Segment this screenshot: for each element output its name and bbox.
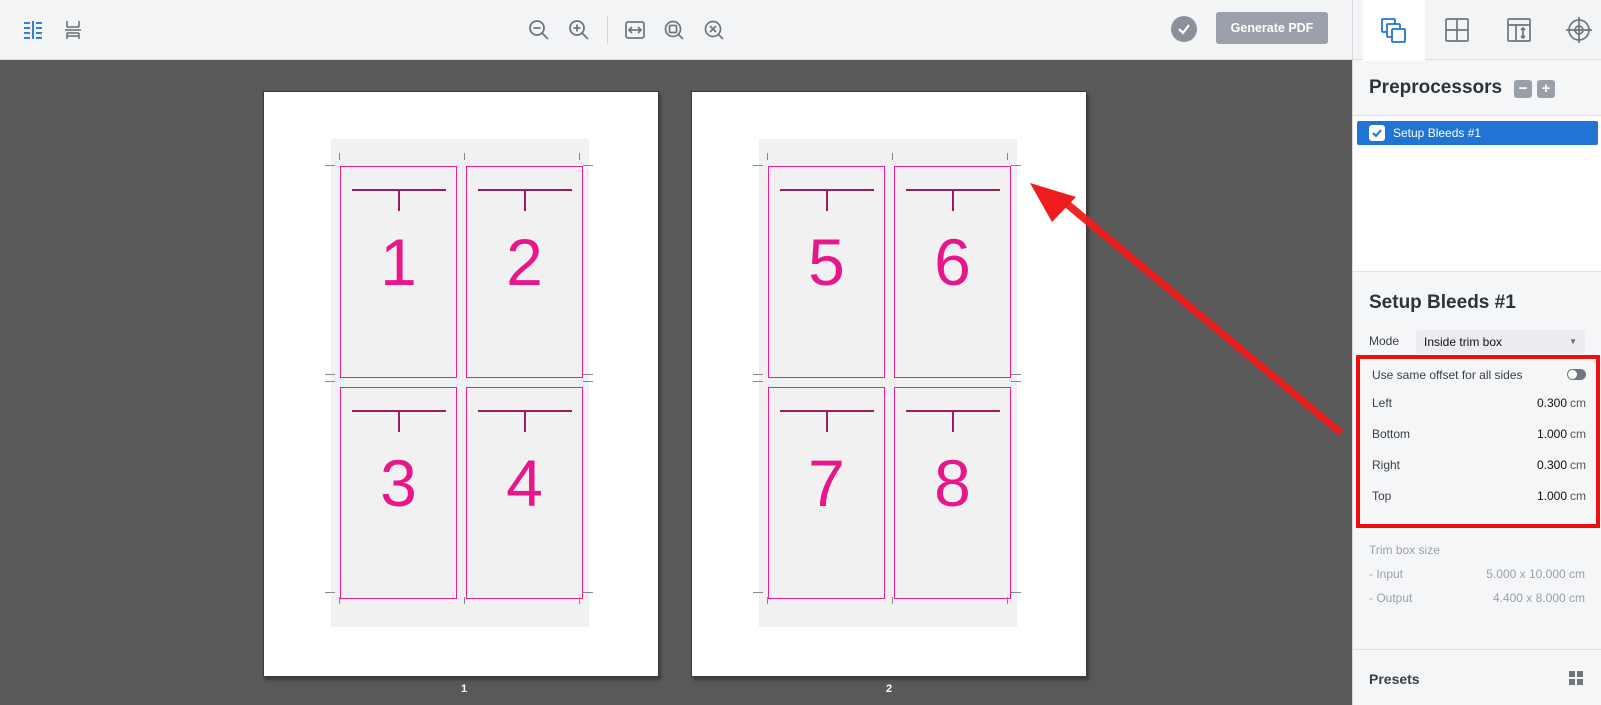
offset-left-input[interactable]: 0.300 bbox=[1537, 396, 1567, 410]
imposed-page: 5 6 7 8 bbox=[691, 91, 1087, 677]
cell-number: 1 bbox=[380, 225, 417, 299]
trim-output-value: 4.400 x 8.000 cm bbox=[1492, 591, 1585, 605]
offset-highlight-box: Use same offset for all sides Left 0.300… bbox=[1356, 355, 1600, 528]
same-offset-toggle[interactable] bbox=[1567, 369, 1586, 380]
trim-box-title: Trim box size bbox=[1369, 543, 1440, 557]
preprocessors-title: Preprocessors bbox=[1369, 77, 1503, 98]
cell-number: 2 bbox=[506, 225, 543, 299]
panel-tabs bbox=[1353, 0, 1601, 61]
cell-number: 3 bbox=[380, 446, 417, 520]
preprocessor-list: Setup Bleeds #1 bbox=[1353, 116, 1601, 271]
page-cell: 2 bbox=[466, 166, 583, 378]
preprocessor-item-label: Setup Bleeds #1 bbox=[1393, 126, 1482, 140]
imposed-page: 1 2 3 4 bbox=[263, 91, 659, 677]
same-offset-row: Use same offset for all sides bbox=[1372, 368, 1586, 382]
page-cell: 5 bbox=[768, 166, 885, 378]
preprocessors-tab-icon[interactable] bbox=[1363, 0, 1425, 61]
unit-label: cm bbox=[1570, 396, 1586, 410]
cell-number: 5 bbox=[808, 225, 845, 299]
validate-check-icon[interactable] bbox=[1171, 16, 1197, 42]
cell-number: 4 bbox=[506, 446, 543, 520]
offset-label: Right bbox=[1372, 458, 1401, 472]
offset-row-bottom: Bottom 1.000 cm bbox=[1372, 427, 1586, 441]
offset-label: Top bbox=[1372, 489, 1392, 503]
page-cell: 4 bbox=[466, 387, 583, 599]
offset-row-top: Top 1.000 cm bbox=[1372, 489, 1586, 503]
offset-bottom-input[interactable]: 1.000 bbox=[1537, 427, 1567, 441]
imposition-sheet: 1 2 3 4 bbox=[325, 139, 593, 627]
grid-icon[interactable] bbox=[1569, 671, 1583, 685]
mode-label: Mode bbox=[1369, 334, 1400, 348]
page-number-label: 2 bbox=[885, 683, 893, 695]
offset-label: Bottom bbox=[1372, 427, 1411, 441]
preprocessor-item-setup-bleeds[interactable]: Setup Bleeds #1 bbox=[1357, 121, 1598, 145]
checkbox-checked-icon[interactable] bbox=[1369, 125, 1385, 141]
stacked-view-icon[interactable] bbox=[55, 12, 91, 48]
setup-bleeds-title: Setup Bleeds #1 bbox=[1369, 292, 1516, 313]
add-preprocessor-button[interactable]: + bbox=[1537, 80, 1555, 98]
mode-select[interactable]: Inside trim box ▼ bbox=[1416, 330, 1585, 354]
unit-label: cm bbox=[1570, 489, 1586, 503]
divider bbox=[1353, 271, 1601, 272]
toolbar-separator bbox=[607, 16, 608, 44]
offset-row-right: Right 0.300 cm bbox=[1372, 458, 1586, 472]
offset-top-input[interactable]: 1.000 bbox=[1537, 489, 1567, 503]
page-cell: 6 bbox=[894, 166, 1011, 378]
chevron-down-icon: ▼ bbox=[1569, 337, 1577, 346]
offset-row-left: Left 0.300 cm bbox=[1372, 396, 1586, 410]
preview-canvas[interactable]: 1 2 3 4 1 5 6 7 8 2 bbox=[0, 60, 1352, 705]
cell-number: 7 bbox=[808, 446, 845, 520]
cell-number: 6 bbox=[934, 225, 971, 299]
trim-output-row: - Output 4.400 x 8.000 cm bbox=[1369, 591, 1585, 605]
side-by-side-view-icon[interactable] bbox=[15, 12, 51, 48]
fit-width-icon[interactable] bbox=[617, 12, 653, 48]
offset-right-input[interactable]: 0.300 bbox=[1537, 458, 1567, 472]
cell-number: 8 bbox=[934, 446, 971, 520]
offset-label: Left bbox=[1372, 396, 1393, 410]
main-area: Generate PDF 1 2 3 4 1 5 6 7 8 2 bbox=[0, 0, 1352, 705]
trim-input-value: 5.000 x 10.000 cm bbox=[1486, 567, 1585, 581]
zoom-in-icon[interactable] bbox=[561, 12, 597, 48]
same-offset-label: Use same offset for all sides bbox=[1372, 368, 1523, 382]
zoom-out-icon[interactable] bbox=[521, 12, 557, 48]
trim-input-label: - Input bbox=[1369, 567, 1404, 581]
actual-size-icon[interactable] bbox=[656, 12, 692, 48]
imposition-sheet: 5 6 7 8 bbox=[753, 139, 1021, 627]
presets-label[interactable]: Presets bbox=[1369, 671, 1420, 687]
trim-output-label: - Output bbox=[1369, 591, 1413, 605]
page-cell: 7 bbox=[768, 387, 885, 599]
toolbar: Generate PDF bbox=[0, 0, 1352, 60]
registration-marks-tab-icon[interactable] bbox=[1559, 10, 1599, 50]
generate-pdf-button[interactable]: Generate PDF bbox=[1216, 12, 1328, 44]
page-number-label: 1 bbox=[460, 683, 468, 695]
page-cell: 1 bbox=[340, 166, 457, 378]
page-cell: 3 bbox=[340, 387, 457, 599]
unit-label: cm bbox=[1570, 458, 1586, 472]
layout-grid-tab-icon[interactable] bbox=[1437, 10, 1477, 50]
unit-label: cm bbox=[1570, 427, 1586, 441]
trim-input-row: - Input 5.000 x 10.000 cm bbox=[1369, 567, 1585, 581]
remove-preprocessor-button[interactable]: − bbox=[1514, 80, 1532, 98]
right-panel: Preprocessors − + Setup Bleeds #1 Setup … bbox=[1352, 0, 1601, 705]
page-cell: 8 bbox=[894, 387, 1011, 599]
mode-selected-value: Inside trim box bbox=[1424, 335, 1503, 349]
sheet-size-tab-icon[interactable] bbox=[1499, 10, 1539, 50]
divider bbox=[1353, 649, 1601, 650]
fit-page-icon[interactable] bbox=[696, 12, 732, 48]
